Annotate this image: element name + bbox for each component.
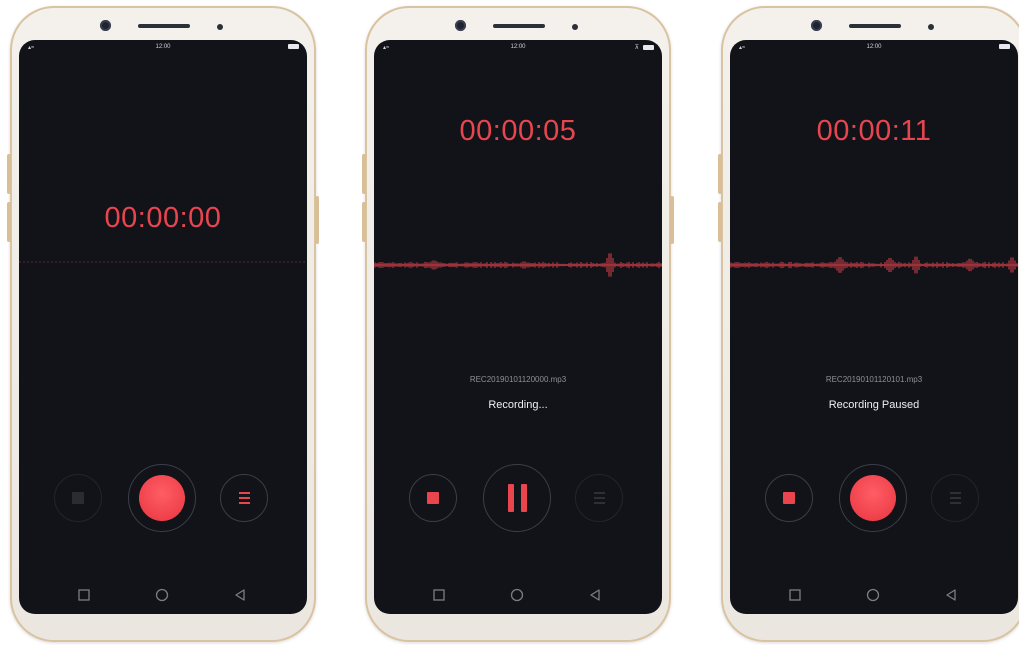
back-triangle-icon[interactable]	[233, 588, 247, 602]
navigation-bar	[730, 586, 1018, 606]
proximity-sensor	[217, 24, 223, 30]
earpiece-speaker	[849, 24, 901, 28]
list-icon	[593, 492, 605, 504]
control-row	[730, 460, 1018, 536]
battery-icon	[999, 44, 1010, 50]
status-time: 12:00	[155, 44, 171, 50]
recents-square-icon[interactable]	[788, 588, 802, 602]
list-icon	[949, 492, 961, 504]
volume-up-button	[718, 154, 722, 194]
stop-button[interactable]	[409, 474, 457, 522]
volume-down-button	[7, 202, 11, 242]
recording-status: Recording...	[488, 399, 548, 411]
stop-icon	[427, 492, 439, 504]
proximity-sensor	[928, 24, 934, 30]
control-row	[374, 460, 662, 536]
recorder-screen-idle: ▴≈ 12:00 00:00:00	[19, 40, 307, 614]
phone-frame-1: ▴≈ 12:00 00:00:00	[7, 6, 319, 642]
stop-icon	[783, 492, 795, 504]
recording-status: Recording Paused	[828, 399, 920, 411]
resume-record-button[interactable]	[839, 464, 907, 532]
earpiece-speaker	[493, 24, 545, 28]
phone-frame-3: ▴≈ 12:00 00:00:11 REC20190101120101.mp3 …	[718, 6, 1019, 642]
stop-icon	[72, 492, 84, 504]
back-triangle-icon[interactable]	[944, 588, 958, 602]
recordings-list-button[interactable]	[220, 474, 268, 522]
elapsed-timer: 00:00:11	[816, 115, 932, 147]
recording-file-name: REC20190101120000.mp3	[469, 375, 567, 384]
status-bar: ▴≈ 12:00	[19, 43, 307, 53]
record-icon	[139, 475, 185, 521]
status-time: 12:00	[866, 44, 882, 50]
elapsed-timer: 00:00:00	[104, 202, 222, 234]
recorder-screen-recording: ▴≈ 12:00 ⊼ 00:00:05 REC20190101120000.mp…	[374, 40, 662, 614]
navigation-bar	[374, 586, 662, 606]
battery-icon: ⊼	[635, 44, 654, 51]
waveform	[374, 245, 662, 285]
recording-file-name: REC20190101120101.mp3	[825, 375, 923, 384]
front-camera-icon	[100, 20, 111, 31]
home-circle-icon[interactable]	[510, 588, 524, 602]
recents-square-icon[interactable]	[77, 588, 91, 602]
navigation-bar	[19, 586, 307, 606]
proximity-sensor	[572, 24, 578, 30]
recordings-list-button[interactable]	[575, 474, 623, 522]
waveform-baseline	[19, 242, 307, 282]
recents-square-icon[interactable]	[432, 588, 446, 602]
front-camera-icon	[811, 20, 822, 31]
volume-down-button	[718, 202, 722, 242]
record-button[interactable]	[128, 464, 196, 532]
status-bar: ▴≈ 12:00 ⊼	[374, 43, 662, 53]
status-time: 12:00	[510, 44, 526, 50]
phone-top-bezel	[365, 6, 671, 42]
home-circle-icon[interactable]	[866, 588, 880, 602]
recordings-list-button[interactable]	[931, 474, 979, 522]
back-triangle-icon[interactable]	[588, 588, 602, 602]
pause-icon	[507, 484, 527, 512]
earpiece-speaker	[138, 24, 190, 28]
power-button	[670, 196, 674, 244]
volume-down-button	[362, 202, 366, 242]
elapsed-timer: 00:00:05	[459, 115, 577, 147]
battery-icon	[288, 44, 299, 50]
control-row	[19, 460, 307, 536]
pause-button[interactable]	[483, 464, 551, 532]
waveform	[730, 245, 1018, 285]
volume-up-button	[362, 154, 366, 194]
recorder-screen-paused: ▴≈ 12:00 00:00:11 REC20190101120101.mp3 …	[730, 40, 1018, 614]
phone-frame-2: ▴≈ 12:00 ⊼ 00:00:05 REC20190101120000.mp…	[362, 6, 674, 642]
home-circle-icon[interactable]	[155, 588, 169, 602]
stop-button[interactable]	[54, 474, 102, 522]
volume-up-button	[7, 154, 11, 194]
phone-top-bezel	[10, 6, 316, 42]
stop-button[interactable]	[765, 474, 813, 522]
list-icon	[238, 492, 250, 504]
status-bar: ▴≈ 12:00	[730, 43, 1018, 53]
power-button	[315, 196, 319, 244]
phone-top-bezel	[721, 6, 1019, 42]
front-camera-icon	[455, 20, 466, 31]
record-icon	[850, 475, 896, 521]
